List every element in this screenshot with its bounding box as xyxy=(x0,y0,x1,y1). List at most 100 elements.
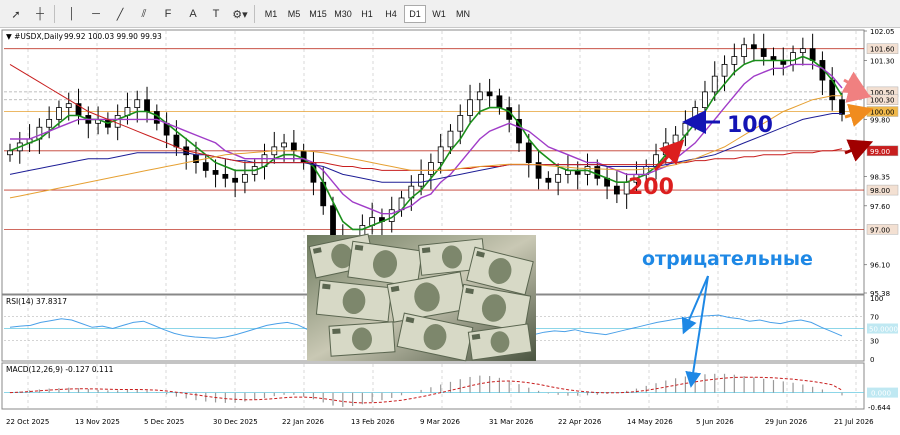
price-tag-label: 100.00 xyxy=(870,109,895,117)
candle-body xyxy=(467,99,473,116)
candle-body xyxy=(114,115,121,128)
candle-body xyxy=(790,52,796,65)
timeframe-m30[interactable]: M30 xyxy=(331,5,355,23)
macd-tick-label: 0.000 xyxy=(871,390,891,398)
candle-body xyxy=(222,173,229,179)
candle-body xyxy=(799,48,806,54)
candle-body xyxy=(437,146,444,163)
label-negative: отрицательные xyxy=(642,248,813,270)
candle-body xyxy=(134,99,141,108)
price-tag-label: 98.00 xyxy=(870,187,890,195)
x-tick-label: 22 Jan 2026 xyxy=(282,418,325,426)
arrow-label-icon[interactable]: T xyxy=(206,4,226,24)
x-tick-label: 14 May 2026 xyxy=(627,418,673,426)
macd-tick-label: -0.644 xyxy=(868,404,891,412)
candle-body xyxy=(711,75,718,93)
toolbar: ➚ ┼ │ ─ ╱ ⫽ F A T ⚙▾ M1 M5 M15 M30 H1 H4 D1 W1 MN xyxy=(0,0,900,28)
y-tick-label: 97.60 xyxy=(870,203,890,211)
price-tag-label: 100.30 xyxy=(870,97,895,105)
x-tick-label: 5 Jun 2026 xyxy=(696,418,734,426)
candle-body xyxy=(144,99,150,112)
candle-body xyxy=(418,173,425,187)
candle-body xyxy=(476,91,483,101)
candle-body xyxy=(751,44,757,50)
horizontal-line-icon[interactable]: ─ xyxy=(86,4,106,24)
vertical-line-icon[interactable]: │ xyxy=(62,4,82,24)
y-tick-label: 96.10 xyxy=(870,262,890,270)
x-tick-label: 9 Mar 2026 xyxy=(420,418,460,426)
candle-body xyxy=(447,130,454,148)
label-ma100: 100 xyxy=(727,113,773,138)
candle-body xyxy=(173,134,180,148)
x-tick-label: 21 Jul 2026 xyxy=(834,418,874,426)
x-tick-label: 5 Dec 2025 xyxy=(144,418,184,426)
shapes-dropdown-icon[interactable]: ⚙▾ xyxy=(230,4,250,24)
price-tag-label: 97.00 xyxy=(870,226,890,234)
x-tick-label: 30 Dec 2025 xyxy=(213,418,258,426)
timeframe-mn[interactable]: MN xyxy=(452,5,474,23)
candle-body xyxy=(839,99,845,115)
banknote xyxy=(328,321,396,357)
timeframe-m5[interactable]: M5 xyxy=(283,5,305,23)
rsi-tick-label: 50.0000 xyxy=(869,326,898,334)
label-ma200: 200 xyxy=(628,175,674,200)
toolbar-separator xyxy=(254,5,255,23)
candle-body xyxy=(613,185,620,195)
candle-body xyxy=(760,48,767,57)
price-tag-label: 99.00 xyxy=(870,148,890,156)
candle-body xyxy=(212,170,219,175)
rsi-label: RSI(14) 37.8317 xyxy=(6,297,67,306)
money-photo xyxy=(307,233,536,362)
candle-body xyxy=(56,107,62,120)
chart-ohlc: 99.92 100.03 99.90 99.93 xyxy=(64,32,162,41)
rsi-tick-label: 100 xyxy=(870,295,883,303)
candle-body xyxy=(672,134,679,144)
x-tick-label: 31 Mar 2026 xyxy=(489,418,534,426)
candle-body xyxy=(457,115,464,132)
candle-body xyxy=(202,162,209,171)
y-tick-label: 102.05 xyxy=(870,28,895,36)
x-tick-label: 22 Apr 2026 xyxy=(558,418,602,426)
price-tag-label: 101.60 xyxy=(870,46,895,54)
candle-body xyxy=(290,142,297,152)
timeframe-h4[interactable]: H4 xyxy=(380,5,402,23)
x-tick-label: 13 Feb 2026 xyxy=(351,418,395,426)
candle-body xyxy=(721,63,728,77)
timeframe-m15[interactable]: M15 xyxy=(307,5,329,23)
candle-body xyxy=(242,173,248,183)
chart-svg: 101.60100.50100.30100.0099.0098.0097.00 … xyxy=(1,28,899,426)
toolbar-separator xyxy=(54,5,55,23)
timeframe-d1[interactable]: D1 xyxy=(404,5,426,23)
timeframe-w1[interactable]: W1 xyxy=(428,5,450,23)
candle-body xyxy=(7,150,13,156)
candle-body xyxy=(486,91,493,97)
candle-body xyxy=(741,44,748,57)
banknote xyxy=(315,279,393,323)
y-tick-label: 101.30 xyxy=(870,57,895,65)
candle-body xyxy=(232,177,239,183)
candle-body xyxy=(496,95,503,108)
candle-body xyxy=(281,142,287,148)
cursor-icon[interactable]: ➚ xyxy=(6,4,26,24)
rsi-tick-label: 30 xyxy=(870,338,879,346)
rsi-tick-label: 0 xyxy=(870,356,874,364)
rsi-tick-label: 70 xyxy=(870,313,879,321)
y-tick-label: 98.35 xyxy=(870,173,890,181)
equidistant-channel-icon[interactable]: ⫽ xyxy=(134,4,154,24)
timeframe-m1[interactable]: M1 xyxy=(261,5,281,23)
fibonacci-icon[interactable]: F xyxy=(158,4,178,24)
x-tick-label: 29 Jun 2026 xyxy=(765,418,808,426)
macd-label: MACD(12,26,9) -0.127 0.111 xyxy=(6,365,114,374)
candle-body xyxy=(427,162,434,175)
trendline-icon[interactable]: ╱ xyxy=(110,4,130,24)
crosshair-icon[interactable]: ┼ xyxy=(30,4,50,24)
candle-body xyxy=(731,56,738,65)
candle-body xyxy=(525,142,532,163)
x-tick-label: 13 Nov 2025 xyxy=(75,418,120,426)
candle-body xyxy=(65,103,72,108)
text-label-icon[interactable]: A xyxy=(183,4,203,24)
candle-body xyxy=(545,177,552,183)
timeframe-h1[interactable]: H1 xyxy=(356,5,378,23)
x-tick-label: 22 Oct 2025 xyxy=(6,418,49,426)
candle-body xyxy=(702,91,708,108)
